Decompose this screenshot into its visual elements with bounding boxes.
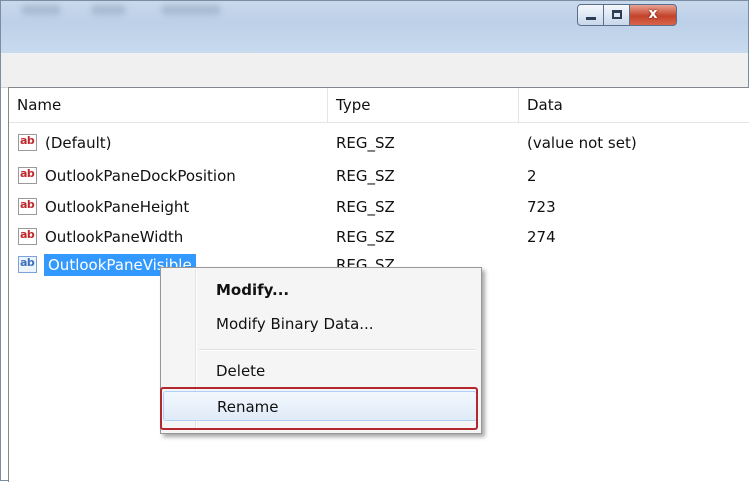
string-value-icon: ab bbox=[18, 134, 37, 151]
minimize-icon bbox=[586, 17, 596, 20]
string-value-icon: ab bbox=[18, 167, 37, 184]
title-bar-blur bbox=[91, 5, 126, 15]
list-row[interactable]: ab OutlookPaneHeight REG_SZ 723 bbox=[9, 194, 749, 220]
maximize-icon bbox=[612, 10, 622, 19]
list-header: Name Type Data bbox=[9, 88, 749, 123]
close-icon: x bbox=[648, 6, 658, 22]
title-bar-blur bbox=[161, 5, 221, 15]
list-row[interactable]: ab OutlookPaneWidth REG_SZ 274 bbox=[9, 224, 749, 250]
row-name: OutlookPaneWidth bbox=[45, 228, 184, 246]
row-data: 274 bbox=[527, 228, 556, 246]
menu-item-delete[interactable]: Delete bbox=[163, 356, 477, 386]
row-data: 723 bbox=[527, 198, 556, 216]
list-row[interactable]: ab (Default) REG_SZ (value not set) bbox=[9, 130, 749, 156]
row-data: 2 bbox=[527, 167, 537, 185]
row-name: OutlookPaneDockPosition bbox=[45, 167, 236, 185]
column-header-data[interactable]: Data bbox=[519, 88, 749, 122]
column-header-name[interactable]: Name bbox=[9, 88, 327, 122]
row-data: (value not set) bbox=[527, 134, 637, 152]
menu-item-modify-binary-data[interactable]: Modify Binary Data... bbox=[163, 309, 477, 339]
string-value-icon: ab bbox=[18, 228, 37, 245]
list-row[interactable]: ab OutlookPaneDockPosition REG_SZ 2 bbox=[9, 163, 749, 189]
close-button[interactable]: x bbox=[629, 4, 677, 26]
string-value-icon: ab bbox=[18, 256, 37, 273]
row-name: (Default) bbox=[45, 134, 112, 152]
title-bar-blur bbox=[21, 5, 61, 15]
maximize-button[interactable] bbox=[603, 4, 630, 26]
menu-item-modify[interactable]: Modify... bbox=[163, 275, 477, 305]
row-type: REG_SZ bbox=[336, 167, 395, 185]
row-name: OutlookPaneHeight bbox=[45, 198, 190, 216]
row-type: REG_SZ bbox=[336, 134, 395, 152]
column-header-type[interactable]: Type bbox=[328, 88, 518, 122]
string-value-icon: ab bbox=[18, 198, 37, 215]
menu-separator bbox=[199, 349, 475, 351]
title-bar[interactable]: x bbox=[1, 1, 748, 53]
toolbar-strip bbox=[1, 53, 748, 88]
minimize-button[interactable] bbox=[577, 4, 604, 26]
rename-highlight-box bbox=[160, 387, 478, 430]
row-type: REG_SZ bbox=[336, 228, 395, 246]
row-type: REG_SZ bbox=[336, 198, 395, 216]
